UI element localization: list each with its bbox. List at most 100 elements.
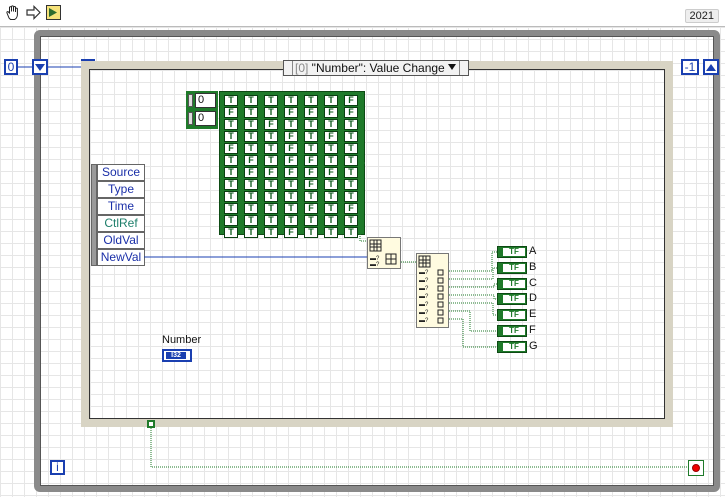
array-element[interactable]: T <box>304 227 318 238</box>
array-element[interactable]: T <box>344 167 358 178</box>
array-element[interactable]: T <box>344 143 358 154</box>
array-element[interactable]: T <box>264 179 278 190</box>
array-element[interactable]: T <box>304 131 318 142</box>
array-element[interactable]: T <box>264 215 278 226</box>
array-element[interactable]: T <box>264 131 278 142</box>
array-element[interactable]: T <box>324 191 338 202</box>
array-element[interactable]: T <box>324 179 338 190</box>
event-data-ctlref[interactable]: CtlRef <box>97 215 145 232</box>
array-element[interactable]: T <box>304 119 318 130</box>
array-element[interactable]: T <box>224 167 238 178</box>
event-data-oldval[interactable]: OldVal <box>97 232 145 249</box>
array-element[interactable]: T <box>224 155 238 166</box>
hand-icon[interactable] <box>4 4 21 21</box>
array-element[interactable]: T <box>264 143 278 154</box>
selector-decrement[interactable] <box>284 61 293 75</box>
array-element[interactable]: F <box>304 179 318 190</box>
array-element[interactable]: F <box>344 107 358 118</box>
array-element[interactable]: T <box>264 95 278 106</box>
array-element[interactable]: T <box>324 227 338 238</box>
array-element[interactable]: T <box>244 119 258 130</box>
array-element[interactable]: F <box>284 143 298 154</box>
array-element[interactable]: T <box>244 215 258 226</box>
array-element[interactable]: T <box>224 203 238 214</box>
array-column-index[interactable]: 0 <box>195 111 216 126</box>
array-element[interactable]: F <box>304 107 318 118</box>
array-element[interactable]: F <box>324 131 338 142</box>
event-data-newval[interactable]: NewVal <box>97 249 145 266</box>
array-element[interactable]: T <box>284 119 298 130</box>
array-element[interactable]: T <box>324 119 338 130</box>
array-element[interactable]: F <box>284 107 298 118</box>
array-element[interactable]: F <box>264 119 278 130</box>
array-element[interactable]: T <box>344 191 358 202</box>
index-array-node[interactable]: ▬? ▬? ▬? ▬? ▬? ▬? ▬? <box>416 253 449 328</box>
array-element[interactable]: T <box>324 155 338 166</box>
indicator-a[interactable]: TF <box>497 246 527 258</box>
array-element[interactable]: T <box>284 95 298 106</box>
indicator-e[interactable]: TF <box>497 309 527 321</box>
array-element[interactable]: T <box>224 95 238 106</box>
array-element[interactable]: T <box>344 119 358 130</box>
array-element[interactable]: T <box>244 107 258 118</box>
array-element[interactable]: T <box>304 215 318 226</box>
array-element[interactable]: T <box>244 179 258 190</box>
event-data-node[interactable]: Source Type Time CtlRef OldVal NewVal <box>91 164 145 266</box>
array-element[interactable]: T <box>324 95 338 106</box>
array-element[interactable]: T <box>244 227 258 238</box>
array-element[interactable]: F <box>304 167 318 178</box>
array-index-display[interactable]: 0 0 <box>186 91 218 129</box>
indicator-d[interactable]: TF <box>497 293 527 305</box>
left-shift-register[interactable] <box>32 59 48 75</box>
array-element[interactable]: T <box>244 143 258 154</box>
array-element[interactable]: T <box>224 215 238 226</box>
indicator-b[interactable]: TF <box>497 262 527 274</box>
array-element[interactable]: F <box>284 155 298 166</box>
array-element[interactable]: T <box>344 155 358 166</box>
array-element[interactable]: T <box>264 191 278 202</box>
array-element[interactable]: F <box>284 167 298 178</box>
indicator-f[interactable]: TF <box>497 325 527 337</box>
array-element[interactable]: F <box>304 155 318 166</box>
array-element[interactable]: T <box>324 215 338 226</box>
boolean-array-constant[interactable]: TTTTTTFFTTFFFFTTFTTTTTTTFTFTFTTFTTTTFTFF… <box>219 91 365 238</box>
event-data-type[interactable]: Type <box>97 181 145 198</box>
array-row-index[interactable]: 0 <box>195 93 216 108</box>
array-element[interactable]: T <box>304 95 318 106</box>
indicator-c[interactable]: TF <box>497 278 527 290</box>
array-element[interactable]: F <box>244 167 258 178</box>
array-element[interactable]: T <box>344 227 358 238</box>
array-element[interactable]: F <box>284 227 298 238</box>
array-element[interactable]: F <box>224 107 238 118</box>
array-element[interactable]: T <box>324 203 338 214</box>
array-element[interactable]: T <box>264 107 278 118</box>
array-element[interactable]: F <box>264 167 278 178</box>
event-case-selector[interactable]: [0] "Number": Value Change <box>283 60 469 76</box>
right-shift-register[interactable] <box>703 59 719 75</box>
array-element[interactable]: F <box>304 203 318 214</box>
array-element[interactable]: F <box>244 155 258 166</box>
array-element[interactable]: T <box>304 191 318 202</box>
array-element[interactable]: T <box>244 95 258 106</box>
array-element[interactable]: T <box>244 203 258 214</box>
selector-dropdown-icon[interactable] <box>448 64 456 70</box>
array-element[interactable]: T <box>244 131 258 142</box>
left-tunnel-constant[interactable]: 0 <box>4 59 18 75</box>
array-element[interactable]: F <box>224 143 238 154</box>
indicator-g[interactable]: TF <box>497 341 527 353</box>
number-control-terminal[interactable]: I32 <box>162 349 192 362</box>
array-element[interactable]: T <box>244 191 258 202</box>
array-element[interactable]: T <box>344 215 358 226</box>
array-element[interactable]: T <box>284 191 298 202</box>
array-element[interactable]: T <box>284 179 298 190</box>
array-element[interactable]: F <box>344 203 358 214</box>
array-element[interactable]: T <box>224 191 238 202</box>
array-element[interactable]: T <box>224 227 238 238</box>
array-element[interactable]: T <box>284 203 298 214</box>
array-element[interactable]: T <box>284 215 298 226</box>
event-data-time[interactable]: Time <box>97 198 145 215</box>
array-element[interactable]: T <box>264 227 278 238</box>
array-element[interactable]: T <box>324 143 338 154</box>
array-element[interactable]: T <box>304 143 318 154</box>
stop-terminal[interactable] <box>688 460 704 476</box>
